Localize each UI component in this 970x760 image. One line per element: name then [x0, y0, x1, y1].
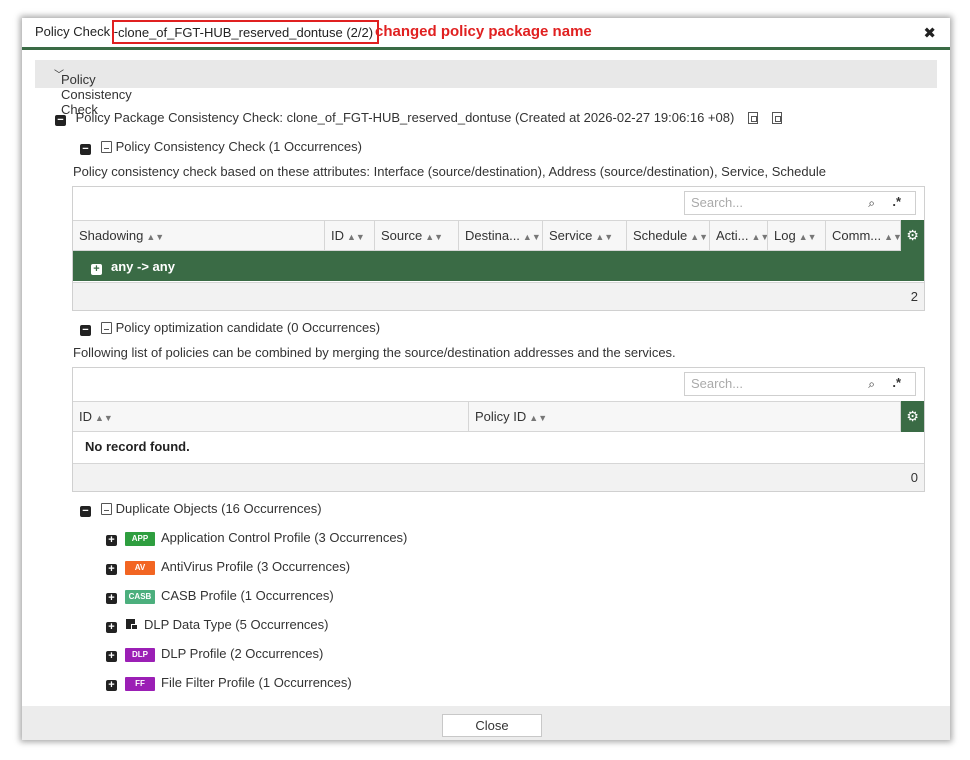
table-header: ID ▲▼ Policy ID ▲▼ ⚙: [73, 401, 924, 432]
ff-badge-icon: FF: [125, 677, 155, 691]
sort-icon: ▲▼: [529, 413, 548, 423]
column-header[interactable]: ID ▲▼: [325, 221, 375, 250]
column-header[interactable]: Destina... ▲▼: [459, 221, 543, 250]
export-pdf-icon[interactable]: [771, 112, 782, 124]
duplicate-item-label: CASB Profile (1 Occurrences): [161, 588, 334, 603]
report-icon[interactable]: [100, 141, 112, 153]
gear-icon[interactable]: ⚙: [901, 220, 924, 251]
sort-icon: ▲▼: [347, 232, 365, 242]
duplicate-item[interactable]: + FF File Filter Profile (1 Occurrences): [106, 675, 352, 691]
duplicate-item-label: AntiVirus Profile (3 Occurrences): [161, 559, 351, 574]
sort-icon: ▲▼: [884, 232, 901, 242]
chevron-down-icon: ﹀: [54, 70, 64, 81]
search-input[interactable]: [691, 376, 841, 391]
sort-icon: ▲▼: [425, 232, 444, 242]
app-badge-icon: APP: [125, 532, 155, 546]
column-header[interactable]: Policy ID ▲▼: [469, 402, 901, 431]
report-icon[interactable]: [100, 322, 112, 334]
search-input[interactable]: [691, 195, 841, 210]
data-type-icon: [126, 618, 138, 630]
av-badge-icon: AV: [125, 561, 155, 575]
collapse-icon[interactable]: −: [80, 325, 91, 336]
expand-icon[interactable]: +: [106, 535, 117, 546]
collapse-icon[interactable]: −: [80, 144, 91, 155]
search-icon[interactable]: ⌕: [868, 377, 875, 392]
annotation-label: changed policy package name: [375, 23, 592, 40]
close-icon[interactable]: ✖: [923, 24, 936, 42]
search-icon[interactable]: ⌕: [868, 196, 875, 211]
expand-icon[interactable]: +: [91, 264, 102, 275]
package-heading-row: − Policy Package Consistency Check: clon…: [55, 110, 782, 126]
expand-icon[interactable]: +: [106, 564, 117, 575]
optimization-heading-row: − Policy optimization candidate (0 Occur…: [80, 320, 380, 336]
column-header[interactable]: ID ▲▼: [73, 402, 469, 431]
duplicate-item-label: DLP Profile (2 Occurrences): [161, 646, 324, 661]
dlp-badge-icon: DLP: [125, 648, 155, 662]
casb-badge-icon: CASB: [125, 590, 155, 604]
sort-icon: ▲▼: [146, 232, 165, 242]
regex-icon[interactable]: .*: [892, 375, 901, 390]
consistency-search: ⌕ .*: [684, 191, 916, 215]
duplicate-item[interactable]: + CASB CASB Profile (1 Occurrences): [106, 588, 334, 604]
column-header[interactable]: Service ▲▼: [543, 221, 627, 250]
empty-message: No record found.: [85, 439, 190, 454]
duplicate-item[interactable]: + APP Application Control Profile (3 Occur…: [106, 530, 407, 546]
duplicate-item[interactable]: + DLP DLP Profile (2 Occurrences): [106, 646, 323, 662]
column-header[interactable]: Schedule ▲▼: [627, 221, 710, 250]
dialog-footer: Close: [22, 706, 950, 740]
sort-icon: ▲▼: [690, 232, 709, 242]
expand-icon[interactable]: +: [106, 651, 117, 662]
sort-icon: ▲▼: [798, 232, 817, 242]
optimization-search: ⌕ .*: [684, 372, 916, 396]
table-footer: 2: [73, 282, 924, 310]
expand-icon[interactable]: +: [106, 622, 117, 633]
optimization-table: ⌕ .* ID▲▼ Policy ID▲▼ ⚙ No record found.…: [72, 367, 925, 492]
sort-icon: ▲▼: [95, 413, 113, 423]
consistency-description: Policy consistency check based on these …: [73, 164, 826, 179]
report-icon[interactable]: [100, 503, 112, 515]
duplicate-item[interactable]: + AV AntiVirus Profile (3 Occurrences): [106, 559, 350, 575]
collapse-icon[interactable]: −: [55, 115, 66, 126]
export-excel-icon[interactable]: [747, 112, 758, 124]
dialog-title-package-name: clone_of_FGT-HUB_reserved_dontuse (2/2): [112, 20, 380, 44]
dialog-titlebar: Policy Check - clone_of_FGT-HUB_reserved…: [22, 18, 950, 48]
duplicate-item-label: File Filter Profile (1 Occurrences): [161, 675, 352, 690]
group-row[interactable]: + any -> any: [73, 251, 924, 281]
duplicate-item-label: Application Control Profile (3 Occurrenc…: [161, 530, 408, 545]
duplicate-item-label: DLP Data Type (5 Occurrences): [144, 617, 329, 632]
record-count: 2: [910, 289, 918, 304]
gear-icon[interactable]: ⚙: [901, 401, 924, 432]
column-header[interactable]: Comm... ▲▼: [826, 221, 901, 250]
optimization-heading: Policy optimization candidate (0 Occurre…: [115, 320, 381, 335]
duplicate-item[interactable]: + DLP Data Type (5 Occurrences): [106, 617, 329, 633]
consistency-heading-row: − Policy Consistency Check (1 Occurrence…: [80, 139, 362, 155]
column-header[interactable]: Log ▲▼: [768, 221, 826, 250]
sort-icon: ▲▼: [595, 232, 614, 242]
column-header[interactable]: Acti... ▲▼: [710, 221, 768, 250]
package-heading: Policy Package Consistency Check: clone_…: [75, 110, 735, 125]
dialog-title-prefix: Policy Check -: [35, 24, 119, 39]
record-count: 0: [910, 470, 918, 485]
consistency-heading: Policy Consistency Check (1 Occurrences): [115, 139, 362, 154]
sort-icon: ▲▼: [751, 232, 768, 242]
consistency-table: ⌕ .* Shadowing▲▼ ID▲▼ Source▲▼ Destina..…: [72, 186, 925, 311]
duplicates-heading: Duplicate Objects (16 Occurrences): [115, 501, 322, 516]
collapse-icon[interactable]: −: [80, 506, 91, 517]
table-header: Shadowing ▲▼ ID ▲▼ Source ▲▼ Destina... ▲▼ S…: [73, 220, 924, 251]
column-header[interactable]: Shadowing ▲▼: [73, 221, 325, 250]
close-button[interactable]: Close: [442, 714, 542, 737]
duplicates-heading-row: − Duplicate Objects (16 Occurrences): [80, 501, 322, 517]
expand-icon[interactable]: +: [106, 593, 117, 604]
column-header[interactable]: Source ▲▼: [375, 221, 459, 250]
regex-icon[interactable]: .*: [892, 194, 901, 209]
title-divider: [22, 47, 950, 50]
expand-icon[interactable]: +: [106, 680, 117, 691]
section-dropdown[interactable]: Policy Consistency Check ﹀: [35, 60, 937, 117]
optimization-description: Following list of policies can be combin…: [73, 345, 676, 360]
group-label: any -> any: [111, 259, 175, 274]
sort-icon: ▲▼: [522, 232, 541, 242]
policy-check-dialog: Policy Check - clone_of_FGT-HUB_reserved…: [22, 18, 950, 740]
table-footer: 0: [73, 463, 924, 491]
